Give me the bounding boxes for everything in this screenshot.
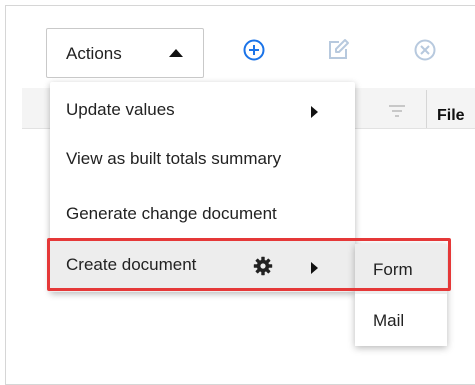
menu-item-view-totals-summary[interactable]: View as built totals summary — [50, 132, 355, 182]
submenu-arrow-icon — [311, 106, 318, 118]
submenu-item-form[interactable]: Form — [355, 244, 447, 294]
menu-item-label: Generate change document — [66, 204, 277, 223]
menu-item-generate-change-document[interactable]: Generate change document — [50, 182, 355, 232]
submenu-item-mail[interactable]: Mail — [355, 296, 447, 346]
submenu-arrow-icon — [311, 262, 318, 274]
gear-icon — [253, 256, 273, 281]
submenu-item-label: Form — [373, 260, 413, 279]
actions-dropdown-button[interactable]: Actions — [46, 28, 204, 78]
menu-item-label: Update values — [66, 100, 175, 119]
edit-icon[interactable] — [326, 38, 350, 67]
menu-item-label: View as built totals summary — [66, 149, 282, 168]
filter-icon[interactable] — [388, 104, 406, 123]
actions-label: Actions — [66, 44, 122, 63]
add-circle-icon[interactable] — [243, 39, 265, 66]
submenu-item-label: Mail — [373, 311, 405, 330]
menu-item-label: Create document — [66, 255, 197, 274]
menu-item-update-values[interactable]: Update values — [50, 82, 355, 132]
column-divider — [426, 90, 427, 128]
actions-menu: Update values View as built totals summa… — [50, 82, 355, 292]
cancel-circle-icon[interactable] — [414, 39, 436, 66]
menu-item-create-document[interactable]: Create document — [50, 240, 355, 292]
caret-up-icon — [169, 49, 183, 57]
column-header-file[interactable]: File — [437, 107, 465, 125]
create-document-submenu: Form Mail — [355, 244, 447, 346]
